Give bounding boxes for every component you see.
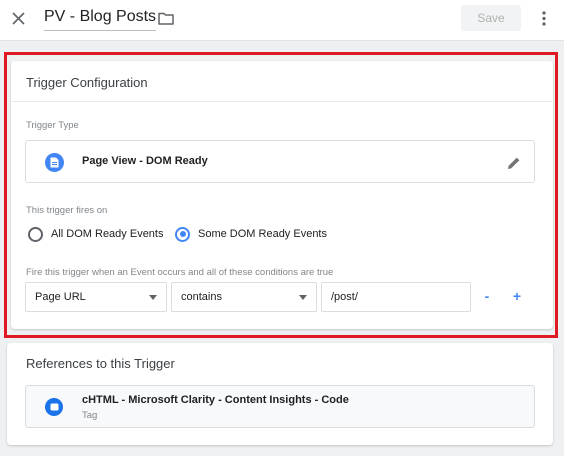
references-card: References to this Trigger cHTML - Micro… — [7, 343, 553, 445]
reference-item[interactable]: cHTML - Microsoft Clarity - Content Insi… — [25, 385, 535, 428]
trigger-name-title[interactable]: PV - Blog Posts — [44, 8, 157, 31]
highlight-frame — [4, 52, 558, 338]
tag-icon — [45, 398, 63, 416]
close-icon[interactable] — [7, 7, 29, 29]
more-vert-icon[interactable] — [534, 7, 554, 29]
reference-type: Tag — [82, 410, 98, 421]
top-bar: PV - Blog Posts Save — [0, 0, 564, 41]
save-button[interactable]: Save — [461, 5, 521, 31]
folder-icon[interactable] — [158, 10, 176, 26]
references-title: References to this Trigger — [26, 356, 175, 371]
reference-name: cHTML - Microsoft Clarity - Content Insi… — [82, 394, 349, 406]
